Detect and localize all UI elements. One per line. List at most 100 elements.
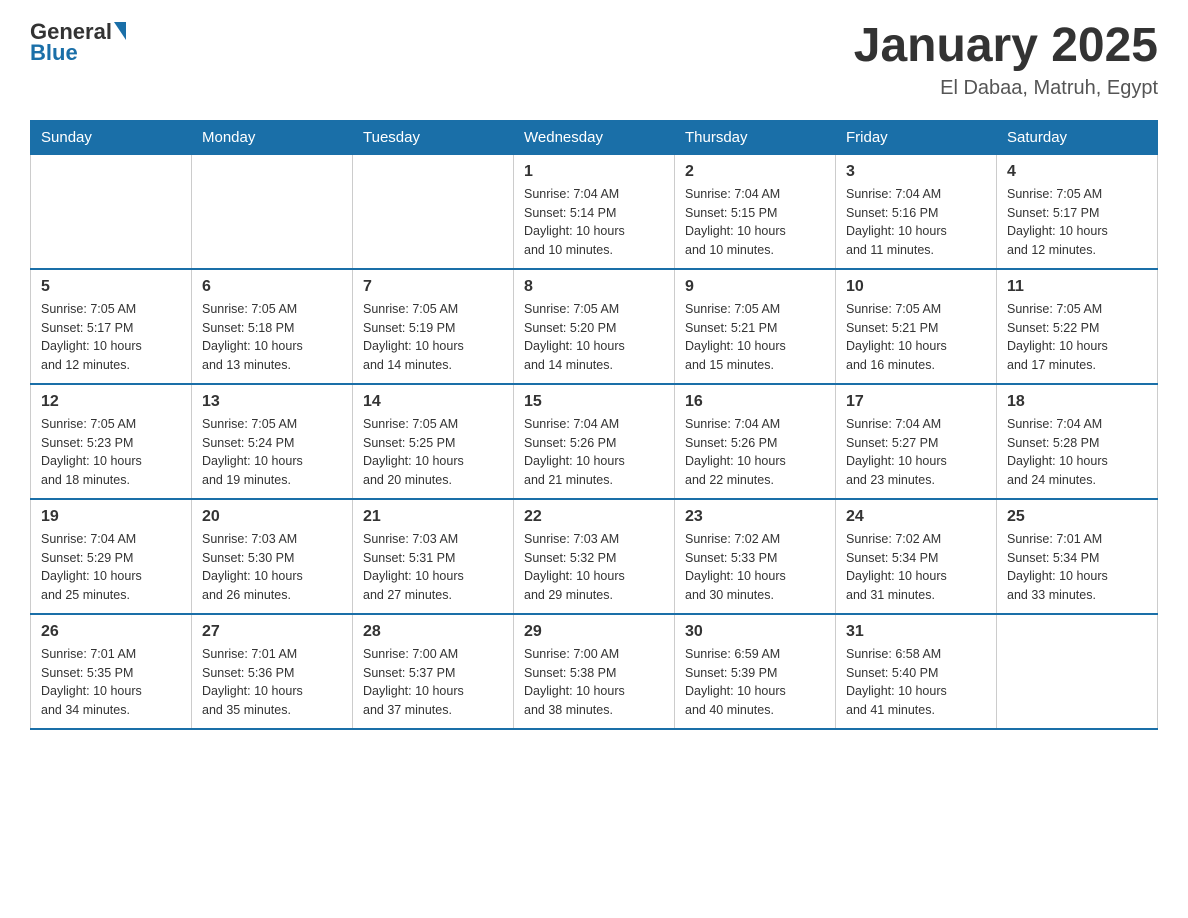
day-number: 13 xyxy=(202,393,342,411)
calendar-cell xyxy=(997,614,1158,729)
calendar-cell: 12 Sunrise: 7:05 AM Sunset: 5:23 PM Dayli… xyxy=(31,384,192,499)
calendar-week-row: 19 Sunrise: 7:04 AM Sunset: 5:29 PM Dayli… xyxy=(31,499,1158,614)
day-header-sunday: Sunday xyxy=(31,120,192,154)
day-number: 31 xyxy=(846,623,986,641)
day-number: 9 xyxy=(685,278,825,296)
calendar-cell: 18 Sunrise: 7:04 AM Sunset: 5:28 PM Dayli… xyxy=(997,384,1158,499)
day-info: Sunrise: 7:02 AM Sunset: 5:34 PM Dayligh… xyxy=(846,530,986,605)
calendar-cell: 2 Sunrise: 7:04 AM Sunset: 5:15 PM Daylig… xyxy=(675,154,836,269)
day-number: 21 xyxy=(363,508,503,526)
calendar-cell: 8Sunrise: 7:05 AM Sunset: 5:20 PM Daylig… xyxy=(514,269,675,384)
calendar-cell: 29 Sunrise: 7:00 AM Sunset: 5:38 PM Dayli… xyxy=(514,614,675,729)
day-info: Sunrise: 7:01 AM Sunset: 5:36 PM Dayligh… xyxy=(202,645,342,720)
calendar-cell: 15Sunrise: 7:04 AM Sunset: 5:26 PM Dayli… xyxy=(514,384,675,499)
day-number: 27 xyxy=(202,623,342,641)
day-info: Sunrise: 7:03 AM Sunset: 5:30 PM Dayligh… xyxy=(202,530,342,605)
day-number: 26 xyxy=(41,623,181,641)
day-info: Sunrise: 7:05 AM Sunset: 5:21 PM Dayligh… xyxy=(685,300,825,375)
day-info: Sunrise: 7:03 AM Sunset: 5:32 PM Dayligh… xyxy=(524,530,664,605)
day-info: Sunrise: 7:04 AM Sunset: 5:27 PM Dayligh… xyxy=(846,415,986,490)
calendar-cell: 6 Sunrise: 7:05 AM Sunset: 5:18 PM Daylig… xyxy=(192,269,353,384)
day-info: Sunrise: 7:04 AM Sunset: 5:28 PM Dayligh… xyxy=(1007,415,1147,490)
calendar-cell: 19 Sunrise: 7:04 AM Sunset: 5:29 PM Dayli… xyxy=(31,499,192,614)
day-number: 19 xyxy=(41,508,181,526)
day-number: 4 xyxy=(1007,163,1147,181)
calendar-cell: 9 Sunrise: 7:05 AM Sunset: 5:21 PM Daylig… xyxy=(675,269,836,384)
day-number: 17 xyxy=(846,393,986,411)
day-header-tuesday: Tuesday xyxy=(353,120,514,154)
day-info: Sunrise: 7:05 AM Sunset: 5:17 PM Dayligh… xyxy=(41,300,181,375)
day-number: 8 xyxy=(524,278,664,296)
day-number: 6 xyxy=(202,278,342,296)
day-number: 25 xyxy=(1007,508,1147,526)
day-number: 7 xyxy=(363,278,503,296)
day-info: Sunrise: 6:58 AM Sunset: 5:40 PM Dayligh… xyxy=(846,645,986,720)
day-number: 30 xyxy=(685,623,825,641)
day-info: Sunrise: 7:05 AM Sunset: 5:23 PM Dayligh… xyxy=(41,415,181,490)
day-info: Sunrise: 7:02 AM Sunset: 5:33 PM Dayligh… xyxy=(685,530,825,605)
day-number: 29 xyxy=(524,623,664,641)
calendar-cell: 27 Sunrise: 7:01 AM Sunset: 5:36 PM Dayli… xyxy=(192,614,353,729)
calendar-cell xyxy=(192,154,353,269)
day-info: Sunrise: 7:00 AM Sunset: 5:37 PM Dayligh… xyxy=(363,645,503,720)
calendar-cell: 17 Sunrise: 7:04 AM Sunset: 5:27 PM Dayli… xyxy=(836,384,997,499)
day-info: Sunrise: 7:04 AM Sunset: 5:15 PM Dayligh… xyxy=(685,185,825,260)
calendar-cell: 13Sunrise: 7:05 AM Sunset: 5:24 PM Dayli… xyxy=(192,384,353,499)
calendar-cell: 22 Sunrise: 7:03 AM Sunset: 5:32 PM Dayli… xyxy=(514,499,675,614)
day-number: 15 xyxy=(524,393,664,411)
calendar-cell: 10Sunrise: 7:05 AM Sunset: 5:21 PM Dayli… xyxy=(836,269,997,384)
day-number: 2 xyxy=(685,163,825,181)
day-info: Sunrise: 7:01 AM Sunset: 5:34 PM Dayligh… xyxy=(1007,530,1147,605)
logo: General Blue xyxy=(30,20,126,66)
day-number: 1 xyxy=(524,163,664,181)
day-number: 22 xyxy=(524,508,664,526)
day-info: Sunrise: 7:05 AM Sunset: 5:17 PM Dayligh… xyxy=(1007,185,1147,260)
day-info: Sunrise: 7:04 AM Sunset: 5:29 PM Dayligh… xyxy=(41,530,181,605)
day-header-friday: Friday xyxy=(836,120,997,154)
calendar-cell: 11Sunrise: 7:05 AM Sunset: 5:22 PM Dayli… xyxy=(997,269,1158,384)
day-header-monday: Monday xyxy=(192,120,353,154)
day-info: Sunrise: 7:01 AM Sunset: 5:35 PM Dayligh… xyxy=(41,645,181,720)
day-number: 10 xyxy=(846,278,986,296)
calendar-header-row: SundayMondayTuesdayWednesdayThursdayFrid… xyxy=(31,120,1158,154)
calendar-cell: 7 Sunrise: 7:05 AM Sunset: 5:19 PM Daylig… xyxy=(353,269,514,384)
day-info: Sunrise: 7:04 AM Sunset: 5:16 PM Dayligh… xyxy=(846,185,986,260)
calendar-cell: 26 Sunrise: 7:01 AM Sunset: 5:35 PM Dayli… xyxy=(31,614,192,729)
calendar-cell: 21 Sunrise: 7:03 AM Sunset: 5:31 PM Dayli… xyxy=(353,499,514,614)
day-info: Sunrise: 7:04 AM Sunset: 5:26 PM Dayligh… xyxy=(685,415,825,490)
title-block: January 2025 El Dabaa, Matruh, Egypt xyxy=(854,20,1158,100)
day-number: 28 xyxy=(363,623,503,641)
day-info: Sunrise: 7:05 AM Sunset: 5:18 PM Dayligh… xyxy=(202,300,342,375)
day-number: 12 xyxy=(41,393,181,411)
calendar-title: January 2025 xyxy=(854,20,1158,73)
calendar-cell xyxy=(31,154,192,269)
day-number: 14 xyxy=(363,393,503,411)
calendar-cell: 1 Sunrise: 7:04 AM Sunset: 5:14 PM Daylig… xyxy=(514,154,675,269)
page-header: General Blue January 2025 El Dabaa, Matr… xyxy=(30,20,1158,100)
day-info: Sunrise: 7:04 AM Sunset: 5:14 PM Dayligh… xyxy=(524,185,664,260)
day-number: 18 xyxy=(1007,393,1147,411)
day-number: 23 xyxy=(685,508,825,526)
day-number: 5 xyxy=(41,278,181,296)
day-number: 3 xyxy=(846,163,986,181)
calendar-cell: 28 Sunrise: 7:00 AM Sunset: 5:37 PM Dayli… xyxy=(353,614,514,729)
day-info: Sunrise: 6:59 AM Sunset: 5:39 PM Dayligh… xyxy=(685,645,825,720)
day-info: Sunrise: 7:05 AM Sunset: 5:22 PM Dayligh… xyxy=(1007,300,1147,375)
day-number: 16 xyxy=(685,393,825,411)
calendar-cell: 14 Sunrise: 7:05 AM Sunset: 5:25 PM Dayli… xyxy=(353,384,514,499)
day-info: Sunrise: 7:05 AM Sunset: 5:19 PM Dayligh… xyxy=(363,300,503,375)
calendar-cell: 24 Sunrise: 7:02 AM Sunset: 5:34 PM Dayli… xyxy=(836,499,997,614)
calendar-cell: 31 Sunrise: 6:58 AM Sunset: 5:40 PM Dayli… xyxy=(836,614,997,729)
day-info: Sunrise: 7:03 AM Sunset: 5:31 PM Dayligh… xyxy=(363,530,503,605)
calendar-cell: 30 Sunrise: 6:59 AM Sunset: 5:39 PM Dayli… xyxy=(675,614,836,729)
calendar-week-row: 26 Sunrise: 7:01 AM Sunset: 5:35 PM Dayli… xyxy=(31,614,1158,729)
calendar-week-row: 12 Sunrise: 7:05 AM Sunset: 5:23 PM Dayli… xyxy=(31,384,1158,499)
day-info: Sunrise: 7:00 AM Sunset: 5:38 PM Dayligh… xyxy=(524,645,664,720)
day-header-thursday: Thursday xyxy=(675,120,836,154)
calendar-cell xyxy=(353,154,514,269)
calendar-subtitle: El Dabaa, Matruh, Egypt xyxy=(854,77,1158,100)
calendar-cell: 20Sunrise: 7:03 AM Sunset: 5:30 PM Dayli… xyxy=(192,499,353,614)
day-number: 24 xyxy=(846,508,986,526)
day-header-saturday: Saturday xyxy=(997,120,1158,154)
day-info: Sunrise: 7:05 AM Sunset: 5:25 PM Dayligh… xyxy=(363,415,503,490)
